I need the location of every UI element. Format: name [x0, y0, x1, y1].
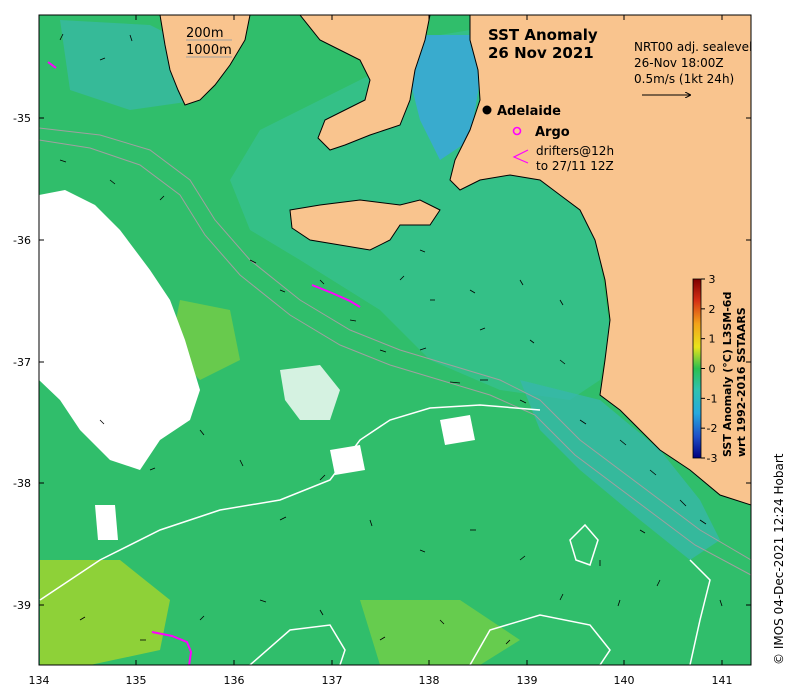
adelaide-marker [482, 105, 492, 115]
svg-text:26-Nov 18:00Z: 26-Nov 18:00Z [634, 56, 724, 70]
x-tick-label: 136 [224, 674, 245, 687]
missing-data-speckle-3 [95, 505, 118, 540]
colorbar-tick-label: -3 [707, 452, 718, 465]
svg-text:Argo: Argo [535, 125, 570, 140]
credit-text: © IMOS 04-Dec-2021 12:24 Hobart [772, 453, 786, 665]
x-tick-label: 135 [126, 674, 147, 687]
colorbar-label-line1: SST Anomaly (°C) L3SM-6d [721, 292, 734, 457]
svg-text:1000m: 1000m [186, 43, 232, 58]
y-tick-label: -39 [13, 599, 31, 612]
colorbar-tick-label: -2 [707, 422, 718, 435]
colorbar-tick-label: 3 [709, 273, 716, 286]
y-tick-label: -35 [13, 112, 31, 125]
x-tick-label: 139 [517, 674, 538, 687]
y-tick-label: -36 [13, 234, 31, 247]
map-title-line1: SST Anomaly [488, 26, 598, 44]
colorbar-scale [692, 278, 702, 459]
sst-anomaly-map: SST Anomaly 26 Nov 2021 200m 1000m NRT00… [13, 14, 786, 687]
svg-text:drifters@12h: drifters@12h [536, 144, 614, 158]
missing-data-speckle-1 [330, 445, 365, 475]
map-plot-area [39, 15, 751, 665]
colorbar-tick-label: 0 [709, 363, 716, 376]
svg-text:to 27/11 12Z: to 27/11 12Z [536, 159, 614, 173]
y-tick-label: -37 [13, 356, 31, 369]
x-tick-label: 137 [322, 674, 343, 687]
svg-text:200m: 200m [186, 26, 223, 41]
svg-text:0.5m/s (1kt 24h): 0.5m/s (1kt 24h) [634, 72, 734, 86]
colorbar-tick-label: 1 [709, 333, 716, 346]
x-tick-label: 138 [419, 674, 440, 687]
colorbar-tick-label: -1 [707, 392, 718, 405]
y-tick-label: -38 [13, 477, 31, 490]
x-tick-label: 141 [712, 674, 733, 687]
city-label: Adelaide [497, 104, 561, 119]
colorbar-label-line2: wrt 1992-2016 SSTAARS [735, 307, 748, 457]
map-title-line2: 26 Nov 2021 [488, 44, 594, 62]
x-tick-label: 134 [29, 674, 50, 687]
svg-text:NRT00 adj. sealevel: NRT00 adj. sealevel [634, 40, 752, 54]
x-tick-label: 140 [614, 674, 635, 687]
missing-data-speckle-2 [440, 415, 475, 445]
colorbar-tick-label: 2 [709, 303, 716, 316]
